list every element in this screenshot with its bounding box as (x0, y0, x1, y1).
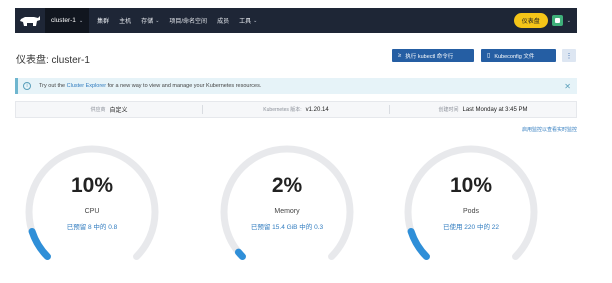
nav-item-label: 集群 (97, 19, 110, 25)
nav-item-members[interactable]: 成员 (217, 16, 229, 25)
memory-gauge-percent: 2% (271, 174, 303, 197)
memory-gauge-track (220, 145, 354, 261)
avatar[interactable] (551, 15, 563, 26)
memory-gauge-fill (234, 248, 246, 261)
pods-gauge-track (404, 145, 538, 261)
created-label: 创建时间 (438, 107, 459, 113)
pods-gauge: 10% Pods 已使用 220 中的 22 (399, 140, 543, 283)
created-value: Last Monday at 3:45 PM (462, 106, 528, 113)
k8s-version-info: Kubernetes 版本: v1.20.14 (203, 105, 390, 114)
nav-item-label: 工具 (239, 19, 252, 25)
banner-text-before: Try out the (39, 83, 67, 89)
more-actions-button[interactable]: ⋮ (562, 49, 576, 62)
nav-item-label: 存储 (141, 19, 154, 25)
chevron-down-icon: ⌄ (253, 17, 258, 24)
memory-gauge-label: Memory (274, 208, 300, 215)
memory-gauge: 2% Memory 已预留 15.4 GiB 中的 0.3 (215, 140, 359, 283)
file-icon: ▯ (487, 53, 491, 59)
pods-gauge-percent: 10% (449, 174, 493, 197)
cluster-explorer-link[interactable]: Cluster Explorer (67, 83, 106, 89)
cpu-gauge: 10% CPU 已预留 8 中的 0.8 (20, 140, 164, 283)
dashboard-button[interactable]: 仪表盘 (513, 13, 548, 28)
pods-gauge-detail: 已使用 220 中的 22 (443, 224, 499, 231)
terminal-icon: ≥ (398, 52, 402, 59)
nav-item-label: 成员 (217, 19, 230, 25)
provider-info: 供应商 自定义 (16, 105, 203, 114)
enable-monitoring-link[interactable]: 启用监控以查看实时监控 (522, 126, 577, 133)
close-icon[interactable]: ✕ (564, 82, 571, 91)
k8s-version-value: v1.20.14 (305, 106, 329, 113)
nav-item-nodes[interactable]: 主机 (119, 16, 131, 25)
chevron-down-icon: ⌄ (78, 17, 84, 24)
banner-text-after: for a new way to view and manage your Ku… (106, 83, 262, 89)
nav-item-storage[interactable]: 存储 ⌄ (141, 16, 160, 26)
nav-item-label: 项目/命名空间 (169, 19, 208, 25)
chevron-down-icon: ⌄ (155, 17, 160, 24)
memory-gauge-detail: 已预留 15.4 GiB 中的 0.3 (250, 224, 324, 231)
created-info: 创建时间 Last Monday at 3:45 PM (390, 105, 576, 114)
nav-item-cluster[interactable]: 集群 (97, 16, 109, 25)
k8s-version-label: Kubernetes 版本: (263, 107, 302, 113)
provider-label: 供应商 (90, 107, 106, 113)
kubeconfig-button-label: Kubeconfig 文件 (494, 53, 535, 60)
cluster-selector[interactable]: cluster-1 ⌄ (45, 8, 90, 33)
pods-gauge-fill (407, 227, 430, 261)
rancher-logo-icon[interactable] (15, 8, 45, 33)
cluster-selector-label: cluster-1 (51, 17, 76, 24)
chevron-down-icon[interactable]: ⌄ (567, 18, 571, 24)
nav-item-projects[interactable]: 项目/命名空间 (169, 16, 207, 25)
nav-item-label: 主机 (119, 19, 132, 25)
explorer-banner: i Try out the Cluster Explorer for a new… (15, 78, 577, 94)
page-title: 仪表盘: cluster-1 (16, 55, 90, 66)
kubeconfig-button[interactable]: ▯ Kubeconfig 文件 (481, 49, 556, 62)
cluster-info-bar: 供应商 自定义 Kubernetes 版本: v1.20.14 创建时间 Las… (15, 101, 577, 118)
banner-text: Try out the Cluster Explorer for a new w… (39, 83, 261, 89)
cpu-gauge-detail: 已预留 8 中的 0.8 (66, 224, 118, 231)
kubectl-shell-button[interactable]: ≥ 执行 kubectl 命令行 (392, 49, 474, 62)
navbar: cluster-1 ⌄ 集群 主机 存储 ⌄ 项目/命名空间 成员 工具 ⌄ 仪表盘… (15, 8, 577, 33)
top-navigation: cluster-1 ⌄ 集群 主机 存储 ⌄ 项目/命名空间 成员 工具 ⌄ 仪表盘… (0, 0, 612, 40)
pods-gauge-label: Pods (463, 208, 479, 215)
cpu-gauge-percent: 10% (70, 174, 114, 197)
nav-right: 仪表盘 ⌄ (513, 13, 577, 28)
cpu-gauge-track (25, 145, 159, 261)
cpu-gauge-fill (28, 227, 51, 261)
nav-item-tools[interactable]: 工具 ⌄ (239, 16, 258, 26)
info-icon: i (23, 82, 31, 90)
kubectl-button-label: 执行 kubectl 命令行 (405, 53, 454, 60)
cpu-gauge-label: CPU (84, 208, 100, 215)
nav-menu: 集群 主机 存储 ⌄ 项目/命名空间 成员 工具 ⌄ (97, 16, 258, 26)
provider-value: 自定义 (109, 108, 128, 114)
